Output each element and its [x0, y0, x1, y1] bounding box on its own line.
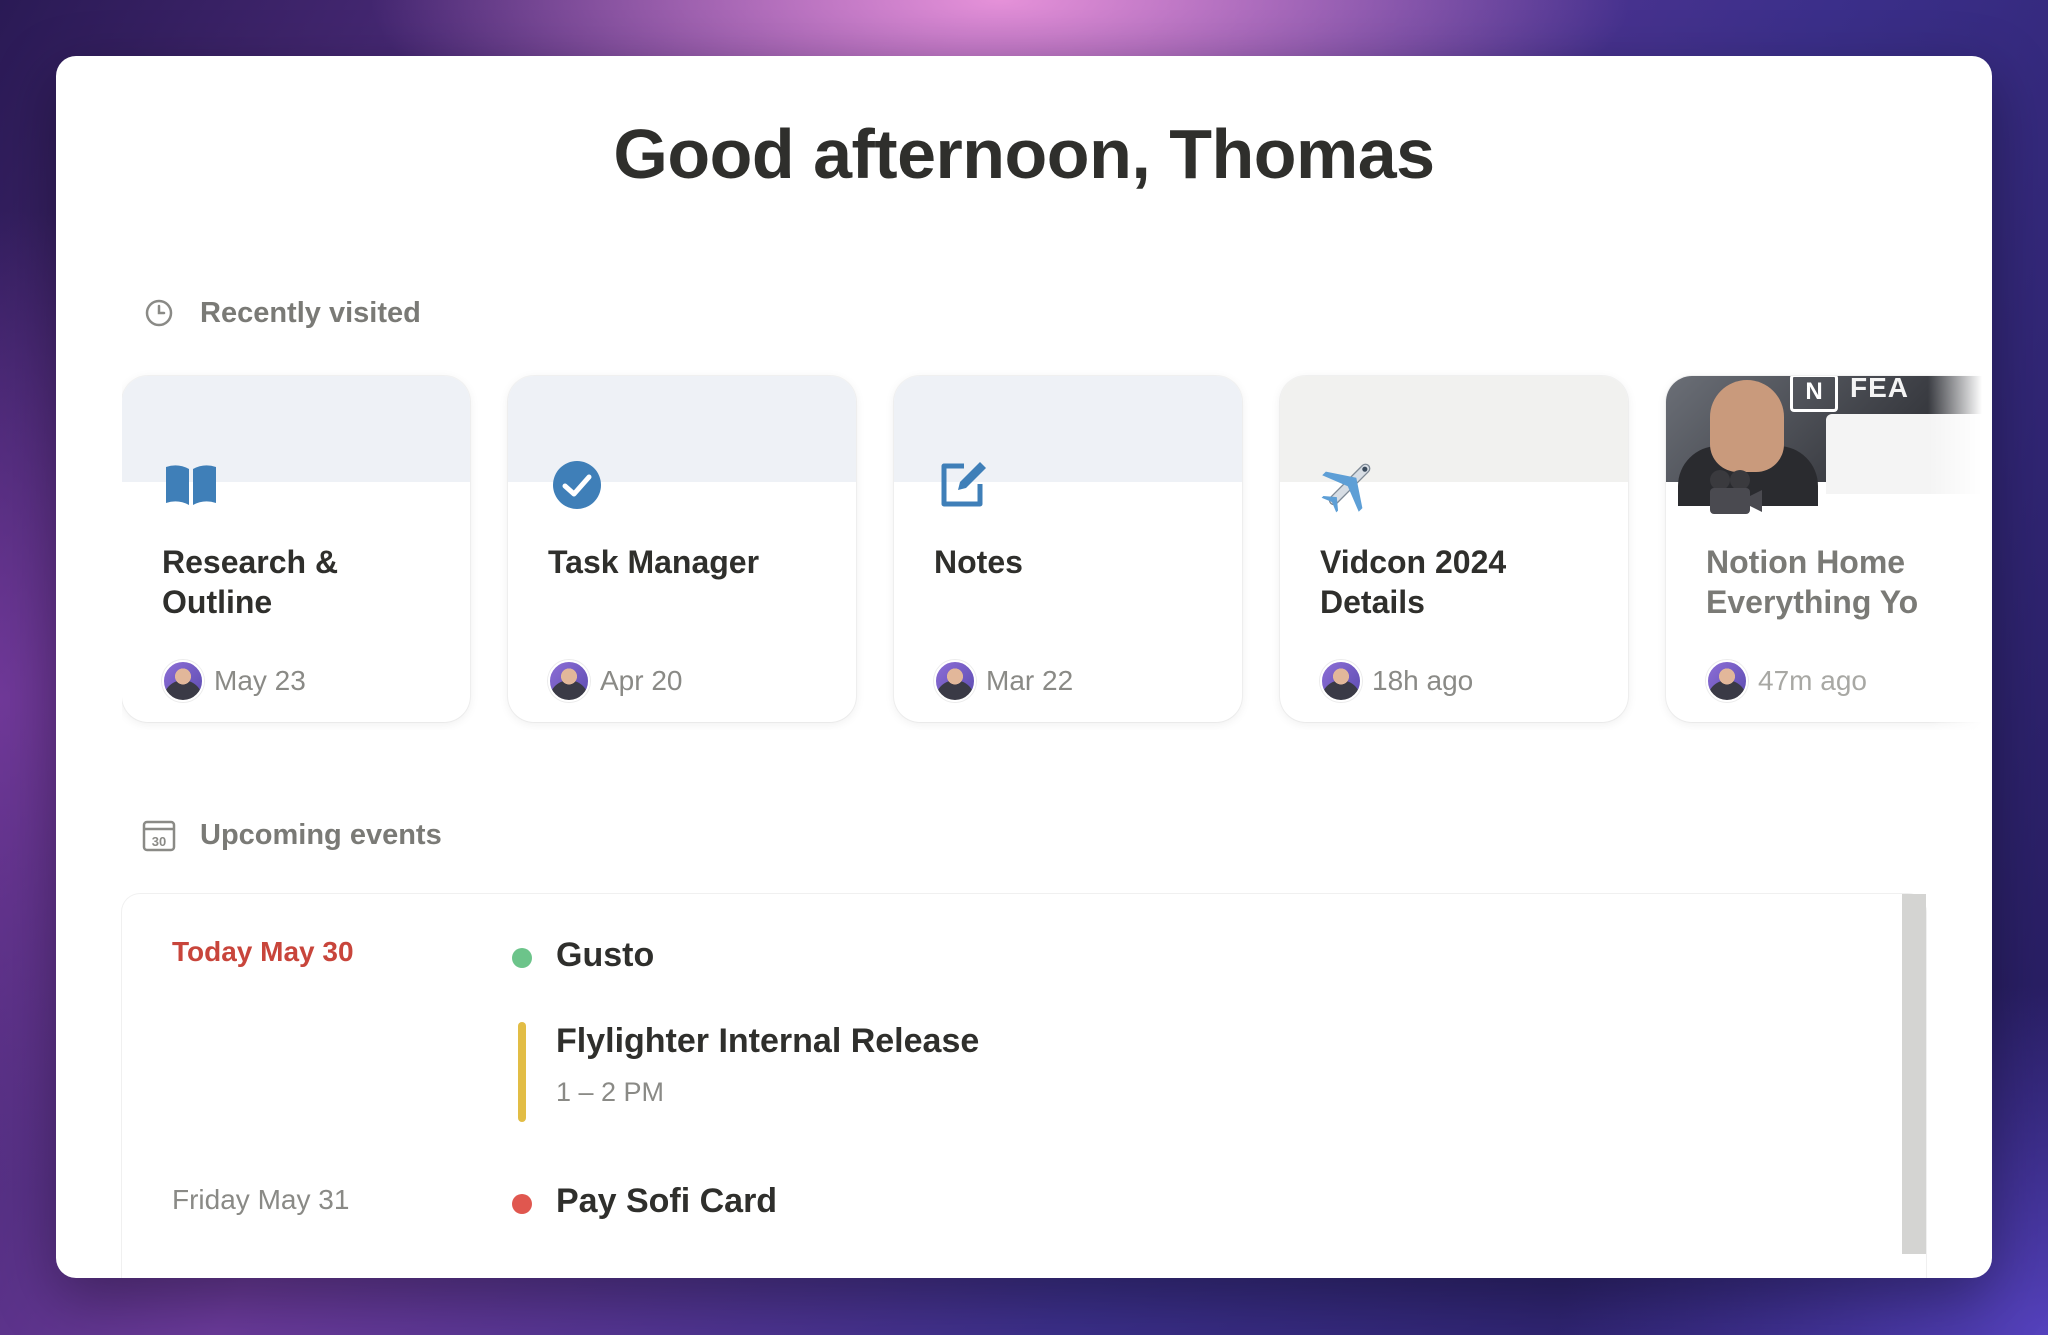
card-title: Notes [934, 544, 1023, 580]
avatar [1706, 660, 1748, 702]
avatar [548, 660, 590, 702]
check-circle-icon [546, 454, 608, 516]
event-title: Pay Sofi Card [556, 1182, 778, 1220]
events-scrollbar[interactable] [1902, 894, 1926, 1254]
open-book-icon [160, 454, 222, 516]
card-title: Vidcon 2024 Details [1320, 544, 1507, 620]
card-date: Mar 22 [986, 665, 1074, 696]
calendar-day-number: 30 [152, 834, 166, 849]
card-title: Research & Outline [162, 544, 339, 620]
edit-note-icon [932, 454, 994, 516]
card-date: May 23 [214, 665, 306, 696]
card-date: 47m ago [1758, 665, 1867, 696]
event-pay-sofi-card[interactable]: Pay Sofi Card [512, 1182, 777, 1221]
event-title: Gusto [556, 936, 655, 974]
events-panel: Today May 30 Gusto Flylighter Internal R… [122, 894, 1926, 1278]
thumbnail-text: FEA [1850, 376, 1909, 403]
upcoming-events-header: 30 Upcoming events [142, 818, 442, 852]
event-title: Flylighter Internal Release [556, 1022, 980, 1060]
recent-card-task-manager[interactable]: Task Manager Apr 20 [508, 376, 856, 722]
day-label-friday: Friday May 31 [172, 1184, 350, 1215]
clock-icon [142, 296, 176, 330]
recently-visited-label: Recently visited [200, 296, 421, 329]
greeting-title: Good afternoon, Thomas [613, 115, 1435, 193]
card-meta: 47m ago [1706, 660, 1867, 702]
card-date: 18h ago [1372, 665, 1474, 696]
avatar [934, 660, 976, 702]
recent-card-research[interactable]: Research & Outline May 23 [122, 376, 470, 722]
card-meta: 18h ago [1320, 660, 1473, 702]
avatar [162, 660, 204, 702]
event-color-dot [512, 948, 532, 968]
airplane-icon [1318, 454, 1380, 516]
upcoming-events-label: Upcoming events [200, 818, 442, 851]
card-meta: Apr 20 [548, 660, 683, 702]
event-gusto[interactable]: Gusto [512, 936, 654, 975]
recent-card-notes[interactable]: Notes Mar 22 [894, 376, 1242, 722]
card-date: Apr 20 [600, 665, 683, 696]
event-flylighter-release[interactable]: Flylighter Internal Release 1 – 2 PM [512, 1022, 979, 1122]
card-meta: Mar 22 [934, 660, 1073, 702]
avatar [1320, 660, 1362, 702]
recent-card-notion-home[interactable]: N FEA Notion Home Everything Yo 47m ago [1666, 376, 1988, 722]
event-color-dot [512, 1194, 532, 1214]
home-window: Good afternoon, Thomas Recently visited … [56, 56, 1992, 1278]
notion-logo: N [1790, 376, 1838, 412]
event-time: 1 – 2 PM [556, 1077, 665, 1107]
event-color-bar [518, 1022, 526, 1122]
recent-card-vidcon[interactable]: Vidcon 2024 Details 18h ago [1280, 376, 1628, 722]
recent-cards-row: Research & Outline May 23 Task Manager A… [122, 370, 1988, 730]
card-meta: May 23 [162, 660, 306, 702]
card-title: Notion Home Everything Yo [1706, 544, 1919, 620]
movie-camera-icon [1704, 462, 1766, 524]
card-title: Task Manager [548, 544, 760, 580]
day-label-today: Today May 30 [172, 936, 354, 967]
calendar-icon: 30 [142, 818, 176, 852]
recently-visited-header: Recently visited [142, 296, 421, 330]
